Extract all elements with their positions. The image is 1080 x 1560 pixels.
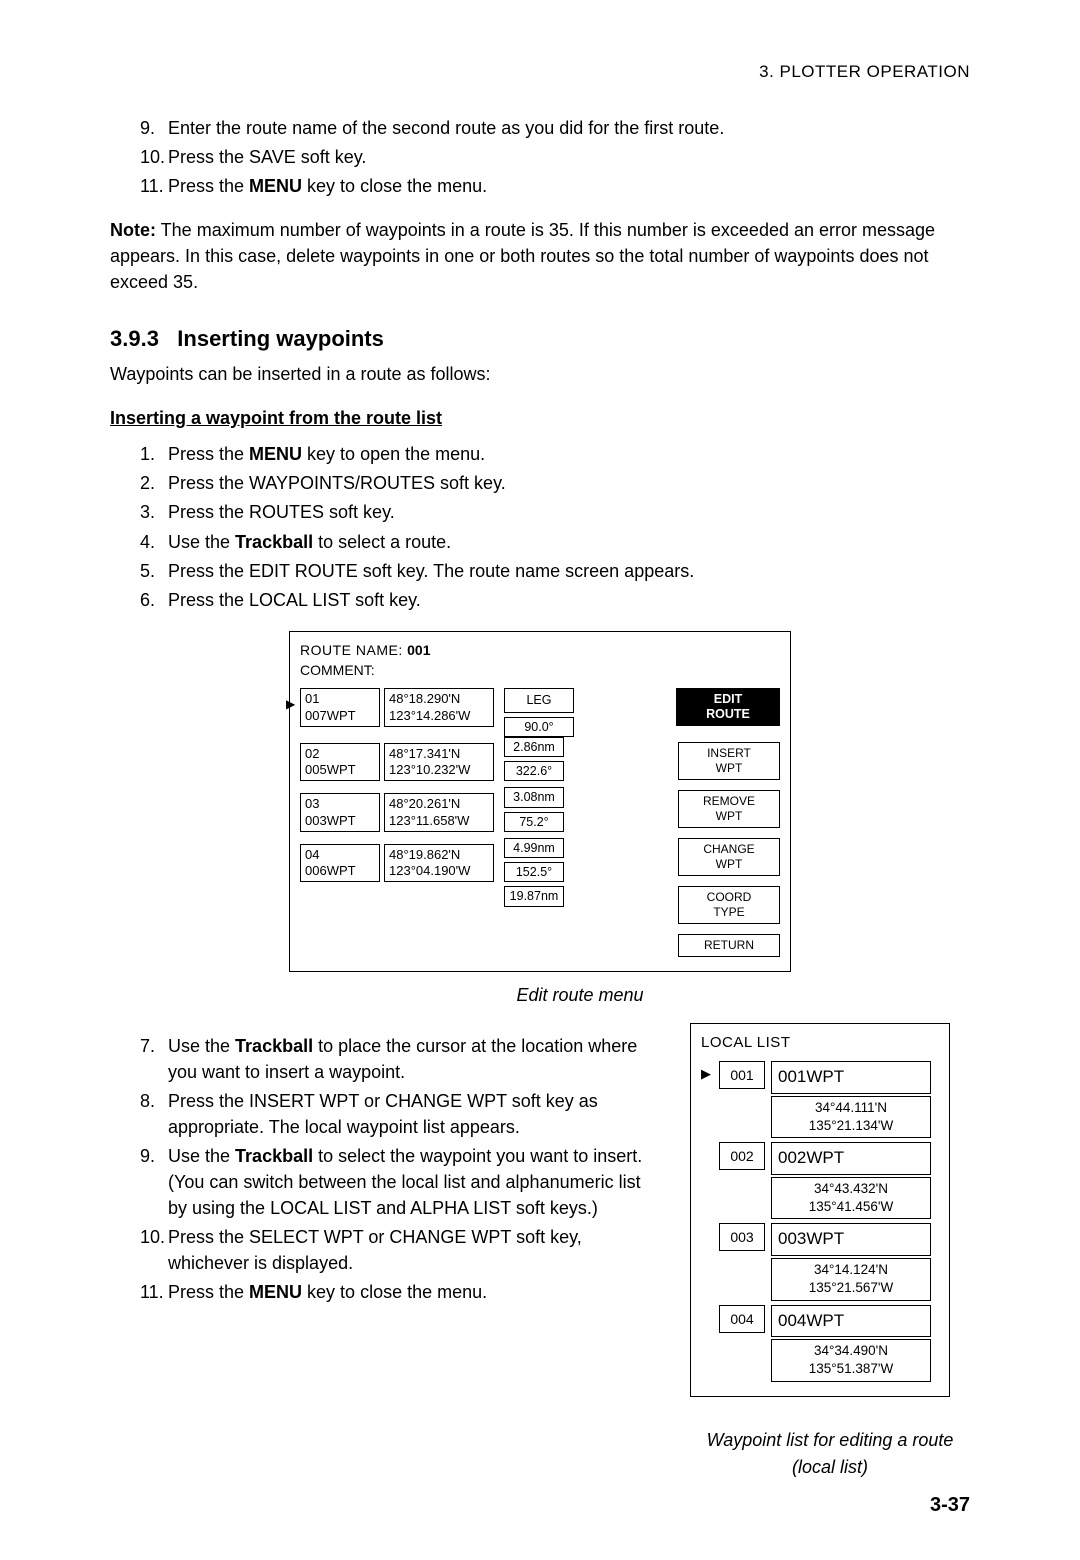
list-entry-name: 003WPT <box>771 1223 931 1256</box>
insert-wpt-softkey[interactable]: INSERT WPT <box>678 742 780 780</box>
step-num: 4. <box>140 529 168 555</box>
list-entry-name: 001WPT <box>771 1061 931 1094</box>
step-num: 3. <box>140 499 168 525</box>
subheading: Inserting a waypoint from the route list <box>110 405 970 431</box>
section-heading: 3.9.3 Inserting waypoints <box>110 323 970 355</box>
pointer-icon: ▶ <box>701 1061 719 1084</box>
leg-bearing: 152.5° <box>504 862 564 882</box>
step-num: 11. <box>140 173 168 199</box>
step-text: Press the ROUTES soft key. <box>168 499 395 525</box>
coord-type-softkey[interactable]: COORD TYPE <box>678 886 780 924</box>
route-name-value: 001 <box>407 642 430 658</box>
step-text: Use the Trackball to place the cursor at… <box>168 1033 650 1085</box>
step-text: Press the MENU key to close the menu. <box>168 173 487 199</box>
step-text: Enter the route name of the second route… <box>168 115 724 141</box>
list-entry-num: 001 <box>719 1061 765 1089</box>
step-text: Press the INSERT WPT or CHANGE WPT soft … <box>168 1088 650 1140</box>
route-row-index: 02005WPT <box>300 743 380 782</box>
leg-bearing: 322.6° <box>504 761 564 781</box>
route-row-index: 01 007WPT <box>300 688 380 727</box>
step-num: 5. <box>140 558 168 584</box>
leg-distance: 19.87nm <box>504 886 564 906</box>
step-text: Press the SELECT WPT or CHANGE WPT soft … <box>168 1224 650 1276</box>
note-paragraph: Note: The maximum number of waypoints in… <box>110 217 970 295</box>
step-num: 1. <box>140 441 168 467</box>
leg-distance: 4.99nm <box>504 838 564 858</box>
step-text: Use the Trackball to select the waypoint… <box>168 1143 650 1221</box>
route-row-coord: 48°20.261'N123°11.658'W <box>384 793 494 832</box>
list-entry-name: 002WPT <box>771 1142 931 1175</box>
leg-bearing: 75.2° <box>504 812 564 832</box>
steps-top: 9. Enter the route name of the second ro… <box>110 115 970 199</box>
step-num: 9. <box>140 1143 168 1221</box>
return-softkey[interactable]: RETURN <box>678 934 780 957</box>
page-number: 3-37 <box>110 1491 970 1520</box>
step-text: Use the Trackball to select a route. <box>168 529 451 555</box>
route-row-index: 03003WPT <box>300 793 380 832</box>
local-list-title: LOCAL LIST <box>701 1032 939 1054</box>
list-entry-coord: 34°34.490'N135°51.387'W <box>771 1339 931 1381</box>
step-num: 8. <box>140 1088 168 1140</box>
comment-label: COMMENT: <box>300 662 375 678</box>
edit-route-softkey-header: EDIT ROUTE <box>676 688 780 726</box>
change-wpt-softkey[interactable]: CHANGE WPT <box>678 838 780 876</box>
step-num: 10. <box>140 1224 168 1276</box>
step-num: 7. <box>140 1033 168 1085</box>
route-row-index: 04006WPT <box>300 844 380 883</box>
route-row-coord: 48°17.341'N123°10.232'W <box>384 743 494 782</box>
step-text: Press the MENU key to close the menu. <box>168 1279 487 1305</box>
step-text: Press the SAVE soft key. <box>168 144 366 170</box>
leg-bearing: 90.0° <box>504 717 574 737</box>
list-entry-num: 004 <box>719 1305 765 1333</box>
list-entry-num: 003 <box>719 1223 765 1251</box>
figure2-caption: Waypoint list for editing a route (local… <box>690 1427 970 1481</box>
list-entry-coord: 34°14.124'N135°21.567'W <box>771 1258 931 1300</box>
step-text: Press the EDIT ROUTE soft key. The route… <box>168 558 694 584</box>
leg-label: LEG <box>504 688 574 712</box>
steps-list-2: 7.Use the Trackball to place the cursor … <box>110 1033 650 1306</box>
leg-distance: 3.08nm <box>504 787 564 807</box>
step-num: 10. <box>140 144 168 170</box>
edit-route-figure: ▶ ROUTE NAME: 001 COMMENT: 01 007WPT 48°… <box>289 631 791 973</box>
steps-list-1: 1.Press the MENU key to open the menu. 2… <box>110 441 970 613</box>
route-row-coord: 48°19.862'N123°04.190'W <box>384 844 494 883</box>
step-text: Press the WAYPOINTS/ROUTES soft key. <box>168 470 506 496</box>
step-num: 11. <box>140 1279 168 1305</box>
list-entry-coord: 34°44.111'N135°21.134'W <box>771 1096 931 1138</box>
list-entry-coord: 34°43.432'N135°41.456'W <box>771 1177 931 1219</box>
leg-distance: 2.86nm <box>504 737 564 757</box>
remove-wpt-softkey[interactable]: REMOVE WPT <box>678 790 780 828</box>
route-row-coord: 48°18.290'N123°14.286'W <box>384 688 494 727</box>
step-text: Press the LOCAL LIST soft key. <box>168 587 421 613</box>
step-text: Press the MENU key to open the menu. <box>168 441 485 467</box>
step-num: 2. <box>140 470 168 496</box>
step-num: 9. <box>140 115 168 141</box>
route-name-label: ROUTE NAME: <box>300 642 407 658</box>
section-intro: Waypoints can be inserted in a route as … <box>110 361 970 387</box>
step-num: 6. <box>140 587 168 613</box>
local-list-figure: LOCAL LIST ▶ 001 001WPT 34°44.111'N135°2… <box>690 1023 950 1397</box>
list-entry-num: 002 <box>719 1142 765 1170</box>
figure1-caption: Edit route menu <box>190 982 970 1008</box>
page-header: 3. PLOTTER OPERATION <box>110 60 970 85</box>
pointer-icon: ▶ <box>286 696 295 713</box>
list-entry-name: 004WPT <box>771 1305 931 1338</box>
